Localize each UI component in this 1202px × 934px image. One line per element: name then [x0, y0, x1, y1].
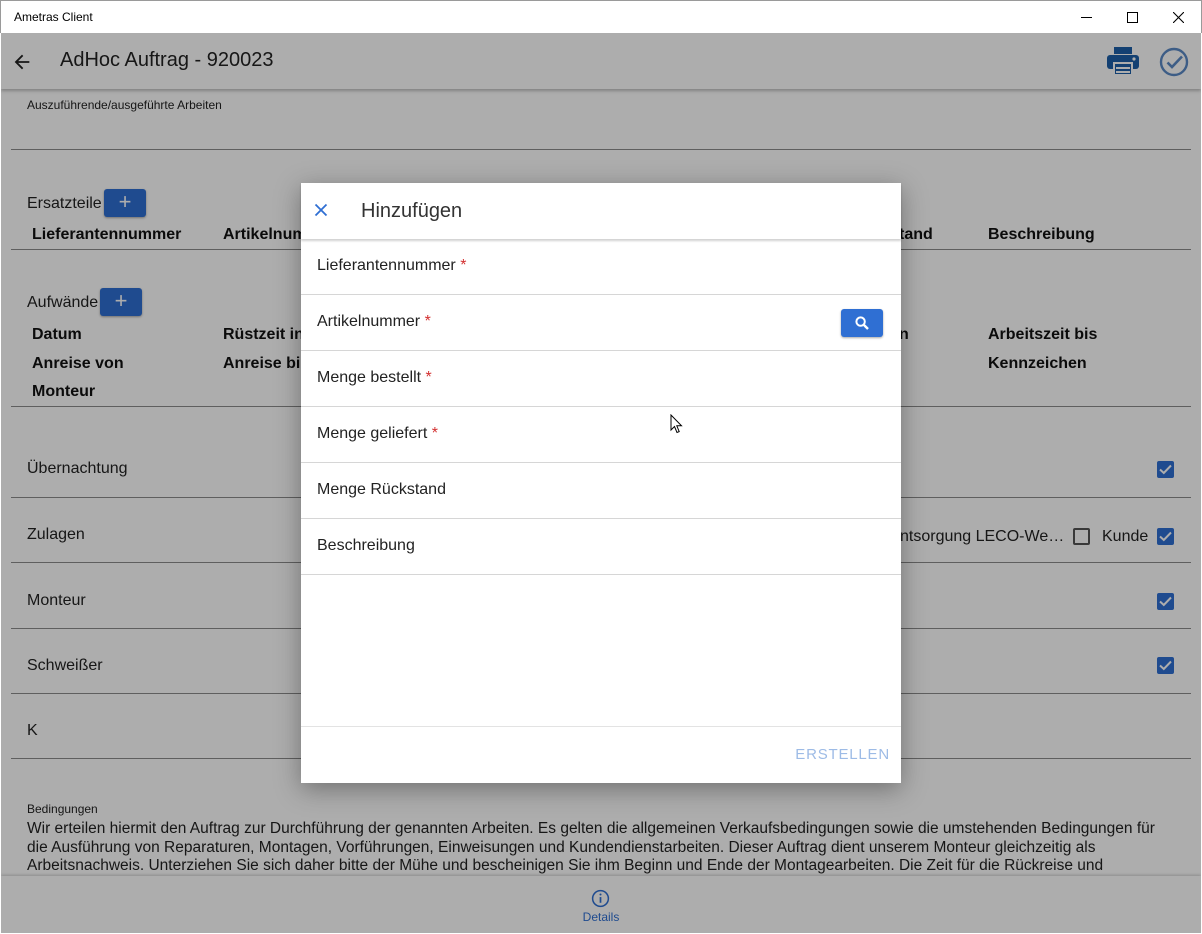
window-titlebar: Ametras Client [0, 0, 1202, 33]
field-label: Beschreibung [317, 537, 415, 554]
window-close-button[interactable] [1155, 1, 1201, 34]
required-marker: * [425, 369, 432, 386]
dialog-footer-divider [301, 726, 901, 727]
field-label: Menge geliefert * [317, 425, 438, 442]
menge-geliefert-field[interactable]: Menge geliefert * [301, 407, 901, 463]
create-button[interactable]: ERSTELLEN [795, 746, 890, 763]
required-marker: * [460, 257, 467, 274]
field-label: Lieferantennummer * [317, 257, 467, 274]
search-icon [855, 316, 869, 330]
field-label: Menge bestellt * [317, 369, 432, 386]
close-icon[interactable] [313, 202, 329, 218]
menge-bestellt-field[interactable]: Menge bestellt * [301, 351, 901, 407]
minimize-button[interactable] [1063, 1, 1109, 34]
field-label: Artikelnummer * [317, 313, 431, 330]
close-icon [1172, 12, 1184, 23]
artikel-search-button[interactable] [841, 309, 883, 337]
required-marker: * [431, 425, 438, 442]
menge-rueckstand-field[interactable]: Menge Rückstand [301, 463, 901, 519]
dialog-header: Hinzufügen [301, 183, 901, 239]
maximize-button[interactable] [1109, 1, 1155, 34]
mouse-cursor-icon [670, 414, 683, 434]
maximize-icon [1126, 12, 1138, 23]
minimize-icon [1080, 17, 1092, 18]
dialog-title: Hinzufügen [361, 200, 463, 222]
add-dialog: Hinzufügen Lieferantennummer * Artikelnu… [301, 183, 901, 783]
required-marker: * [424, 313, 431, 330]
artikelnummer-field[interactable]: Artikelnummer * [301, 295, 901, 351]
beschreibung-field[interactable]: Beschreibung [301, 519, 901, 575]
window-title: Ametras Client [14, 10, 93, 24]
lieferantennummer-field[interactable]: Lieferantennummer * [301, 239, 901, 295]
field-label: Menge Rückstand [317, 481, 446, 498]
